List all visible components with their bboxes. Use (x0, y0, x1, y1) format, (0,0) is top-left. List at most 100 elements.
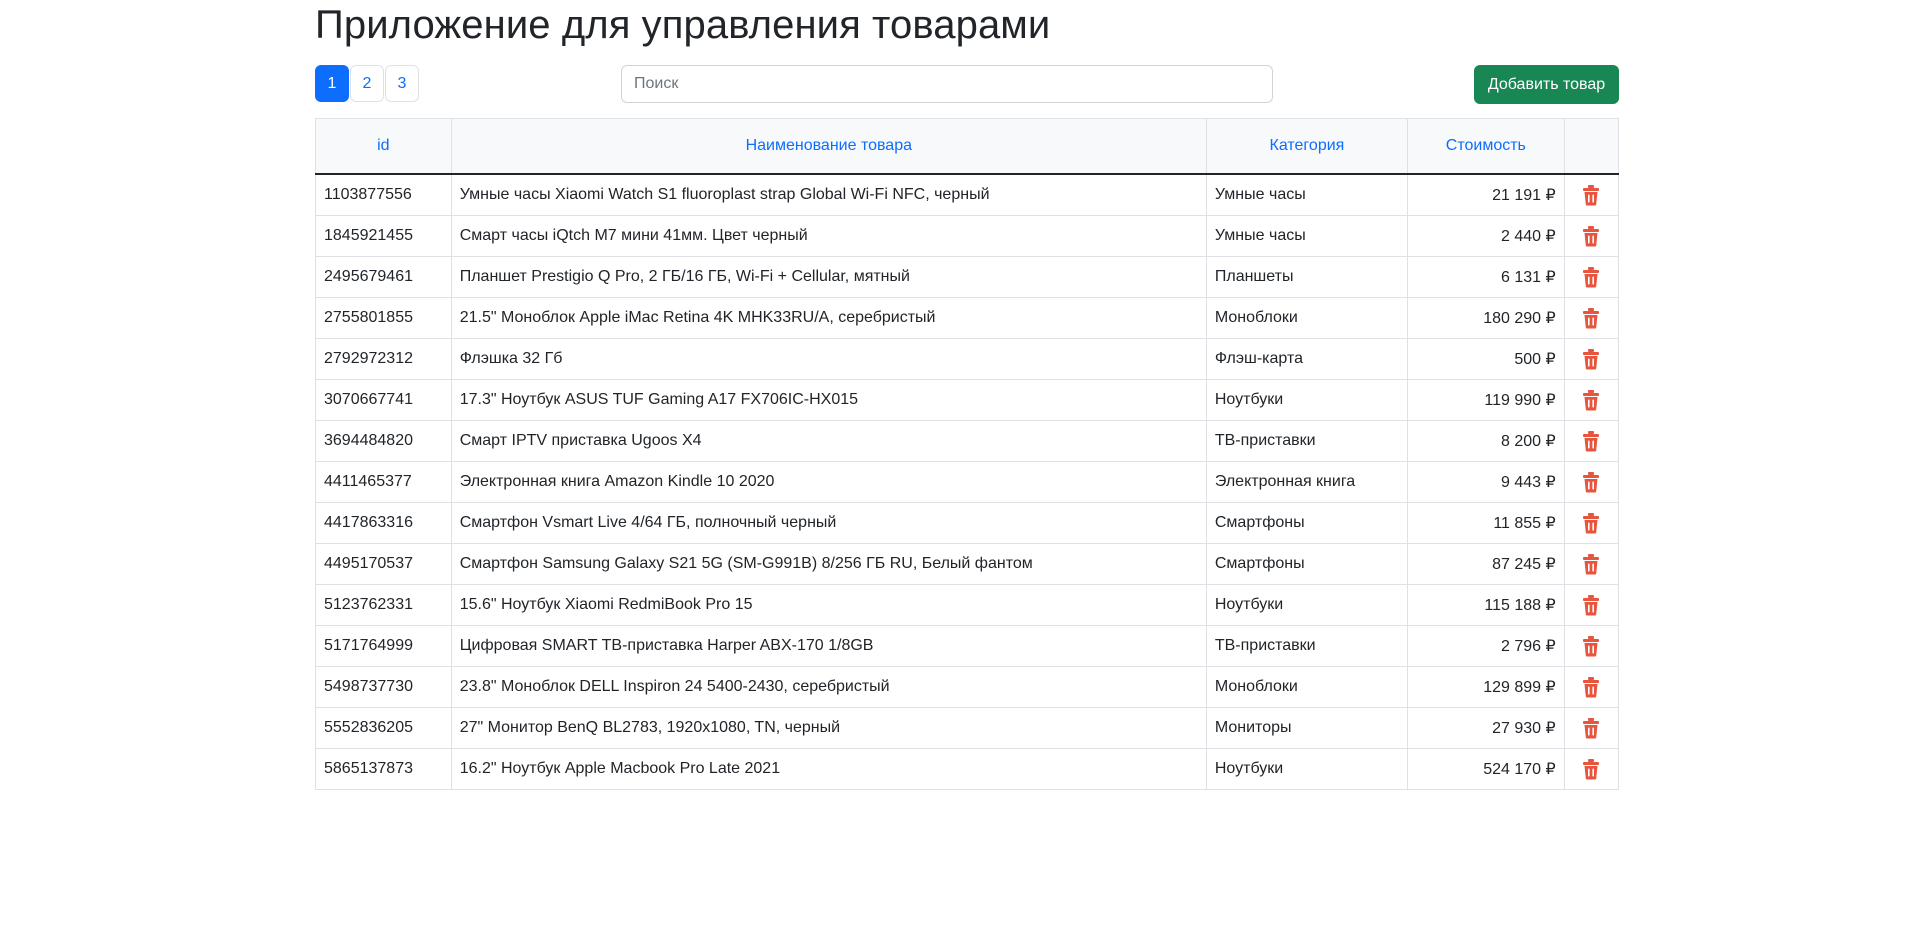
cell-id: 4417863316 (315, 502, 452, 544)
cell-name: 21.5" Моноблок Apple iMac Retina 4K MHK3… (450, 297, 1207, 339)
cell-id: 1845921455 (315, 215, 452, 257)
page-button-2[interactable]: 2 (350, 65, 384, 102)
cell-actions (1563, 748, 1620, 790)
cell-price: 500 ₽ (1406, 338, 1565, 380)
cell-price: 119 990 ₽ (1406, 379, 1565, 421)
table-row: 1103877556 Умные часы Xiaomi Watch S1 flu… (315, 173, 1620, 216)
cell-id: 2755801855 (315, 297, 452, 339)
cell-actions (1563, 338, 1620, 380)
cell-category: Электронная книга (1205, 461, 1408, 503)
cell-price: 2 796 ₽ (1406, 625, 1565, 667)
trash-icon[interactable] (1581, 553, 1601, 575)
cell-name: Цифровая SMART ТВ-приставка Harper ABX-1… (450, 625, 1207, 667)
trash-icon[interactable] (1581, 184, 1601, 206)
cell-actions (1563, 173, 1620, 216)
cell-price: 9 443 ₽ (1406, 461, 1565, 503)
cell-id: 5498737730 (315, 666, 452, 708)
cell-category: Смартфоны (1205, 543, 1408, 585)
cell-actions (1563, 543, 1620, 585)
cell-actions (1563, 379, 1620, 421)
cell-actions (1563, 707, 1620, 749)
table-row: 3694484820 Смарт IPTV приставка Ugoos X4 Т… (315, 420, 1620, 462)
products-table: id Наименование товара Категория Стоимос… (315, 118, 1620, 790)
cell-category: Моноблоки (1205, 297, 1408, 339)
cell-actions (1563, 584, 1620, 626)
cell-category: Умные часы (1205, 173, 1408, 216)
cell-id: 3694484820 (315, 420, 452, 462)
cell-name: Смарт IPTV приставка Ugoos X4 (450, 420, 1207, 462)
add-product-button[interactable]: Добавить товар (1474, 65, 1619, 104)
cell-name: Смартфон Samsung Galaxy S21 5G (SM-G991B… (450, 543, 1207, 585)
cell-price: 11 855 ₽ (1406, 502, 1565, 544)
cell-category: Флэш-карта (1205, 338, 1408, 380)
trash-icon[interactable] (1581, 307, 1601, 329)
cell-category: Ноутбуки (1205, 748, 1408, 790)
cell-price: 115 188 ₽ (1406, 584, 1565, 626)
trash-icon[interactable] (1581, 635, 1601, 657)
trash-icon[interactable] (1581, 512, 1601, 534)
pagination: 1 2 3 (315, 65, 420, 102)
trash-icon[interactable] (1581, 758, 1601, 780)
cell-name: 23.8" Моноблок DELL Inspiron 24 5400-243… (450, 666, 1207, 708)
cell-actions (1563, 502, 1620, 544)
table-row: 4417863316 Смартфон Vsmart Live 4/64 ГБ, … (315, 502, 1620, 544)
cell-price: 6 131 ₽ (1406, 256, 1565, 298)
trash-icon[interactable] (1581, 225, 1601, 247)
cell-category: Ноутбуки (1205, 584, 1408, 626)
table-row: 5552836205 27" Монитор BenQ BL2783, 1920x… (315, 707, 1620, 749)
column-header-id[interactable]: id (315, 118, 452, 175)
search-input[interactable] (621, 65, 1273, 103)
table-row: 1845921455 Смарт часы iQtch M7 мини 41мм.… (315, 215, 1620, 257)
trash-icon[interactable] (1581, 266, 1601, 288)
cell-name: Электронная книга Amazon Kindle 10 2020 (450, 461, 1207, 503)
cell-name: Планшет Prestigio Q Pro, 2 ГБ/16 ГБ, Wi-… (450, 256, 1207, 298)
cell-id: 4411465377 (315, 461, 452, 503)
app-container: Приложение для управления товарами 1 2 3… (315, 0, 1620, 790)
cell-price: 87 245 ₽ (1406, 543, 1565, 585)
cell-category: Планшеты (1205, 256, 1408, 298)
cell-id: 5552836205 (315, 707, 452, 749)
trash-icon[interactable] (1581, 717, 1601, 739)
cell-actions (1563, 297, 1620, 339)
table-row: 5171764999 Цифровая SMART ТВ-приставка Ha… (315, 625, 1620, 667)
cell-name: 27" Монитор BenQ BL2783, 1920x1080, TN, … (450, 707, 1207, 749)
trash-icon[interactable] (1581, 471, 1601, 493)
cell-category: Умные часы (1205, 215, 1408, 257)
column-header-price[interactable]: Стоимость (1406, 118, 1565, 175)
table-row: 2755801855 21.5" Моноблок Apple iMac Reti… (315, 297, 1620, 339)
cell-actions (1563, 256, 1620, 298)
cell-name: 15.6" Ноутбук Xiaomi RedmiBook Pro 15 (450, 584, 1207, 626)
cell-id: 5171764999 (315, 625, 452, 667)
cell-name: Умные часы Xiaomi Watch S1 fluoroplast s… (450, 173, 1207, 216)
cell-name: Флэшка 32 Гб (450, 338, 1207, 380)
cell-category: Смартфоны (1205, 502, 1408, 544)
table-row: 4411465377 Электронная книга Amazon Kindl… (315, 461, 1620, 503)
cell-price: 27 930 ₽ (1406, 707, 1565, 749)
cell-id: 2495679461 (315, 256, 452, 298)
cell-id: 2792972312 (315, 338, 452, 380)
table-row: 5865137873 16.2" Ноутбук Apple Macbook Pr… (315, 748, 1620, 790)
trash-icon[interactable] (1581, 430, 1601, 452)
trash-icon[interactable] (1581, 389, 1601, 411)
cell-id: 1103877556 (315, 173, 452, 216)
trash-icon[interactable] (1581, 676, 1601, 698)
column-header-name[interactable]: Наименование товара (450, 118, 1207, 175)
table-row: 3070667741 17.3" Ноутбук ASUS TUF Gaming … (315, 379, 1620, 421)
cell-actions (1563, 666, 1620, 708)
table-header-row: id Наименование товара Категория Стоимос… (315, 118, 1620, 175)
cell-price: 8 200 ₽ (1406, 420, 1565, 462)
column-header-category[interactable]: Категория (1205, 118, 1408, 175)
table-row: 5123762331 15.6" Ноутбук Xiaomi RedmiBook… (315, 584, 1620, 626)
trash-icon[interactable] (1581, 594, 1601, 616)
trash-icon[interactable] (1581, 348, 1601, 370)
cell-price: 2 440 ₽ (1406, 215, 1565, 257)
table-row: 5498737730 23.8" Моноблок DELL Inspiron 2… (315, 666, 1620, 708)
cell-name: Смарт часы iQtch M7 мини 41мм. Цвет черн… (450, 215, 1207, 257)
cell-id: 3070667741 (315, 379, 452, 421)
page-button-3[interactable]: 3 (385, 65, 419, 102)
cell-actions (1563, 420, 1620, 462)
cell-actions (1563, 625, 1620, 667)
page-button-1[interactable]: 1 (315, 65, 349, 102)
cell-name: Смартфон Vsmart Live 4/64 ГБ, полночный … (450, 502, 1207, 544)
cell-id: 5865137873 (315, 748, 452, 790)
